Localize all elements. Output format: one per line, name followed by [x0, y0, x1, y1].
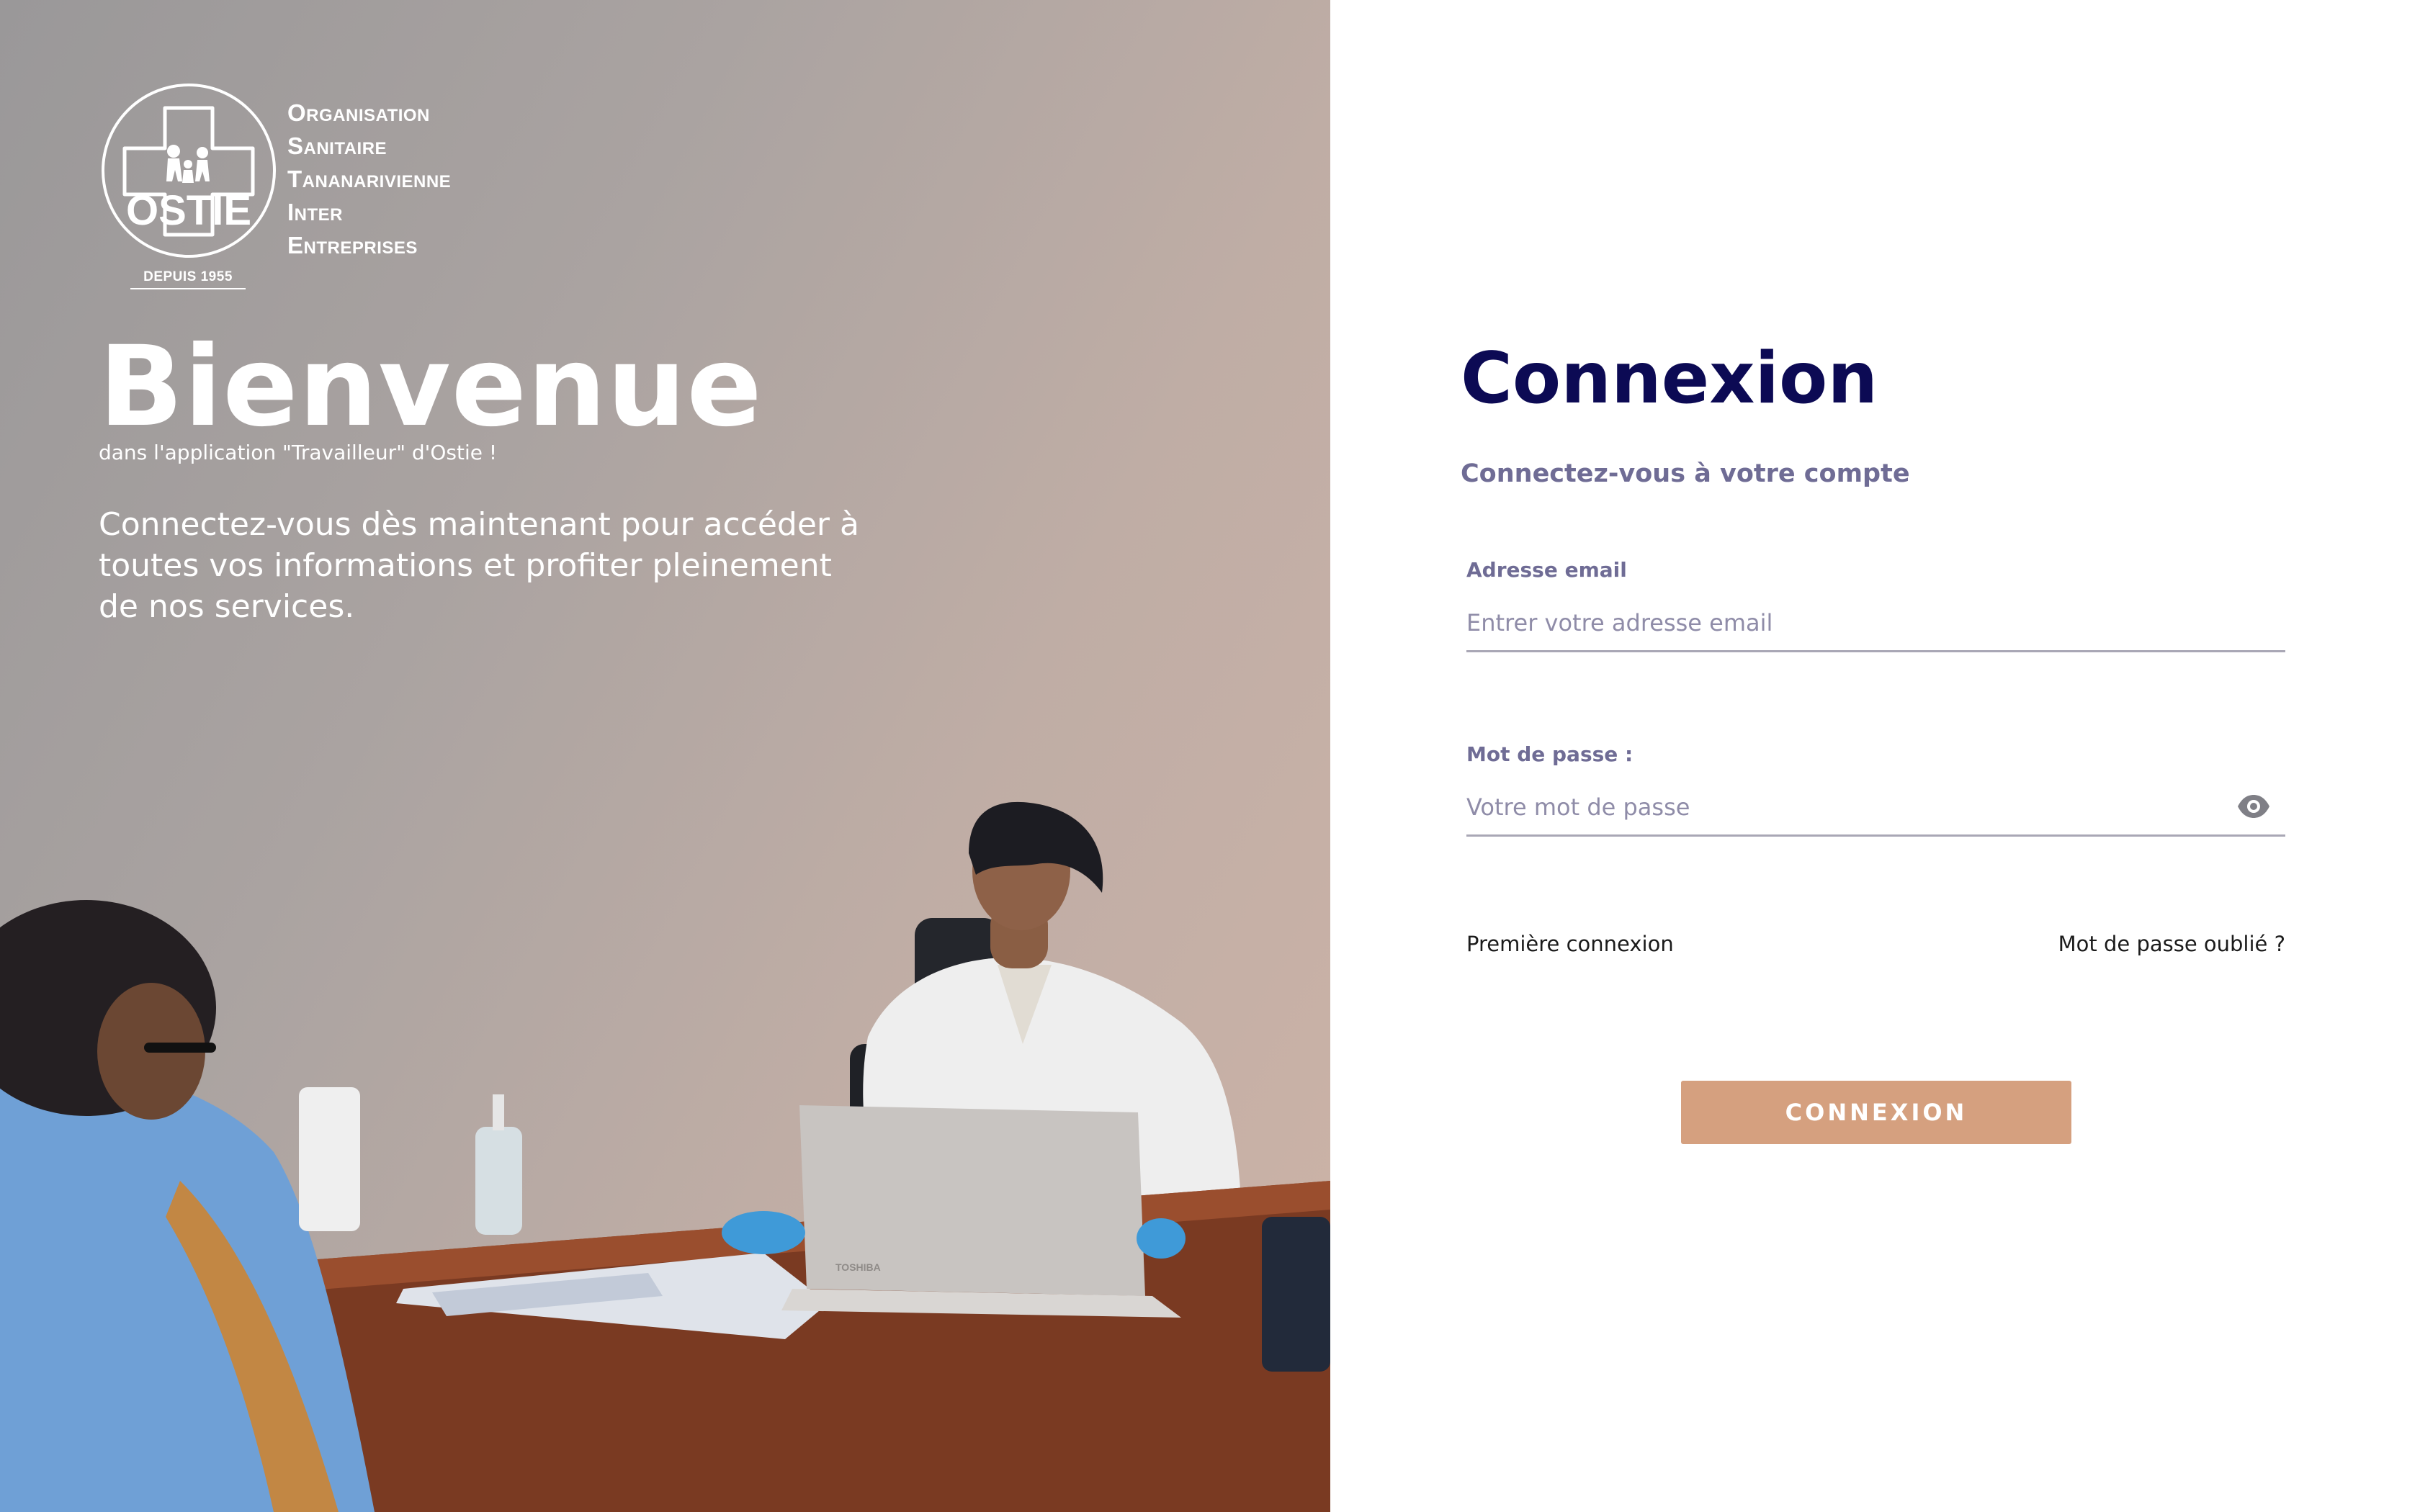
brand-name-line: SANITAIRE — [287, 132, 387, 159]
welcome-subtitle: dans l'application "Travailleur" d'Ostie… — [99, 441, 498, 464]
brand-since: DEPUIS 1955 — [130, 269, 246, 289]
login-title: Connexion — [1461, 338, 1878, 420]
welcome-title: Bienvenue — [99, 323, 763, 451]
email-label: Adresse email — [1466, 558, 1627, 582]
brand-name-line: ORGANISATION — [287, 99, 430, 126]
svg-text:TOSHIBA: TOSHIBA — [835, 1261, 881, 1273]
eye-icon[interactable] — [2236, 792, 2271, 821]
hero-panel: TOSHIBA OSTIE ORGANISATION SANITAIRE TAN… — [0, 0, 1330, 1512]
brand-name-line: INTER — [287, 199, 344, 225]
brand-logo: OSTIE ORGANISATION SANITAIRE TANANARIVIE… — [99, 81, 451, 297]
welcome-text: Connectez-vous dès maintenant pour accéd… — [99, 506, 859, 625]
forgot-password-link[interactable]: Mot de passe oublié ? — [2058, 930, 2285, 958]
login-subtitle: Connectez-vous à votre compte — [1461, 459, 1910, 488]
password-label: Mot de passe : — [1466, 742, 1634, 766]
login-page: TOSHIBA OSTIE ORGANISATION SANITAIRE TAN… — [0, 0, 2420, 1512]
login-panel: Connexion Connectez-vous à votre compte … — [1330, 0, 2420, 1512]
password-input[interactable] — [1466, 782, 2215, 832]
first-login-link[interactable]: Première connexion — [1466, 930, 1674, 958]
login-button[interactable]: CONNEXION — [1681, 1081, 2071, 1144]
brand-name-line: TANANARIVIENNE — [287, 166, 452, 192]
email-field-row — [1466, 598, 2285, 652]
password-field-group: Mot de passe : — [1466, 742, 2285, 837]
ostie-emblem-icon: OSTIE — [102, 84, 276, 258]
email-input[interactable] — [1466, 598, 2285, 648]
password-field-row — [1466, 782, 2285, 837]
svg-text:OSTIE: OSTIE — [126, 187, 251, 234]
email-field-group: Adresse email — [1466, 557, 2285, 652]
brand-name-line: ENTREPRISES — [287, 232, 418, 258]
brand-name: ORGANISATION SANITAIRE TANANARIVIENNE IN… — [287, 98, 451, 264]
